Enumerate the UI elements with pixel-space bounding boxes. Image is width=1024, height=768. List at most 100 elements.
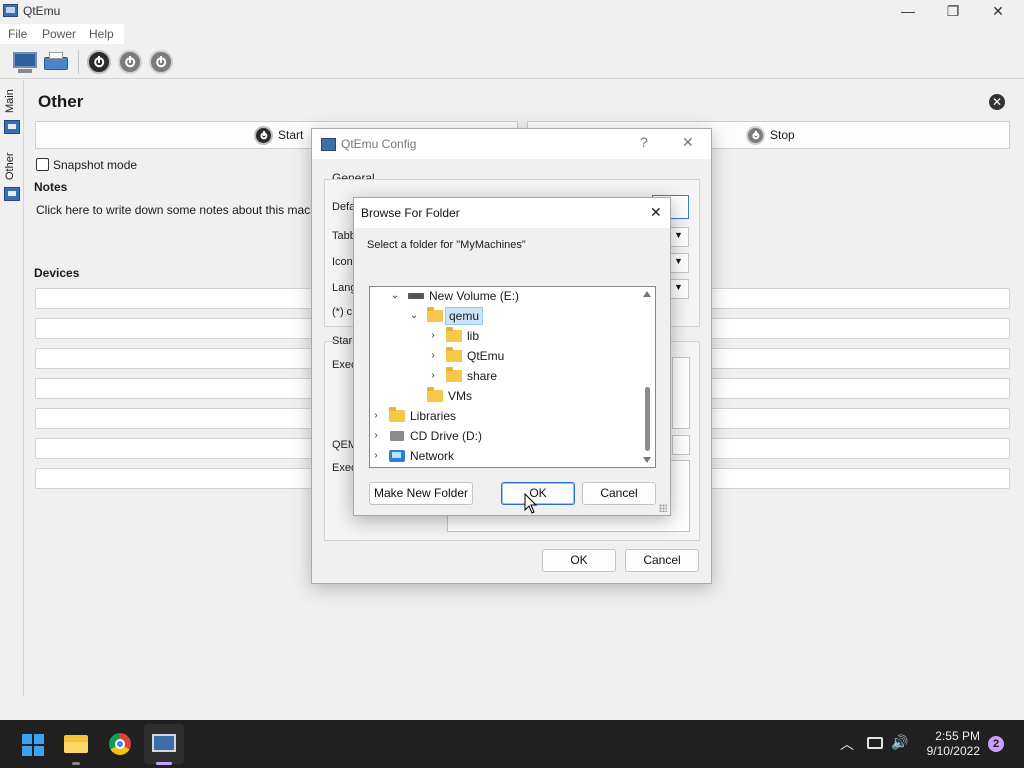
reset-power-button[interactable] bbox=[148, 49, 174, 75]
tree-item-label: lib bbox=[467, 329, 480, 343]
start-menu-button[interactable] bbox=[12, 728, 52, 760]
minimize-button[interactable]: — bbox=[885, 0, 931, 24]
make-new-folder-button[interactable]: Make New Folder bbox=[369, 482, 473, 505]
running-indicator bbox=[72, 762, 80, 765]
new-machine-button[interactable] bbox=[12, 49, 38, 75]
scroll-up-icon[interactable] bbox=[643, 291, 651, 297]
chevron-right-icon: › bbox=[431, 330, 435, 341]
tab-main[interactable]: Main bbox=[4, 87, 20, 115]
power-icon bbox=[254, 126, 273, 145]
toolbar-separator bbox=[78, 50, 79, 74]
qtemu-app-icon bbox=[321, 138, 336, 151]
power-icon bbox=[87, 50, 111, 74]
power-off-icon bbox=[118, 50, 142, 74]
exec-textarea[interactable] bbox=[672, 357, 690, 429]
folder-tree[interactable]: ⌄ New Volume (E:) ⌄ qemu › lib › QtEmu ›… bbox=[369, 286, 656, 468]
resize-grip-icon[interactable] bbox=[659, 504, 667, 512]
tree-item-label: CD Drive (D:) bbox=[410, 429, 482, 443]
taskbar-qtemu[interactable] bbox=[144, 728, 184, 765]
tree-item-label: New Volume (E:) bbox=[429, 289, 520, 303]
machine-icon bbox=[4, 120, 20, 134]
tree-item[interactable]: › share bbox=[370, 367, 640, 385]
tree-item[interactable]: › QtEmu bbox=[370, 347, 640, 365]
drive-icon bbox=[408, 293, 424, 299]
browse-title: Browse For Folder bbox=[361, 206, 460, 220]
chevron-right-icon: › bbox=[374, 450, 378, 461]
tree-item-label: QtEmu bbox=[467, 349, 505, 363]
clock-time: 2:55 PM bbox=[935, 729, 980, 743]
mouse-cursor-icon bbox=[524, 493, 538, 514]
taskbar-file-explorer[interactable] bbox=[56, 728, 96, 765]
chevron-down-icon: ▼ bbox=[674, 282, 683, 292]
window-title: QtEmu bbox=[23, 4, 61, 18]
chevron-down-icon: ⌄ bbox=[390, 290, 400, 301]
browse-close-button[interactable]: ✕ bbox=[650, 204, 662, 221]
qtemu-app-icon bbox=[3, 4, 18, 17]
start-label: Start bbox=[278, 128, 304, 142]
network-icon[interactable] bbox=[867, 737, 883, 749]
file-explorer-icon bbox=[64, 735, 88, 753]
tree-scrollbar[interactable] bbox=[640, 287, 655, 467]
notes-area[interactable]: Click here to write down some notes abou… bbox=[36, 203, 336, 217]
browse-cancel-button[interactable]: Cancel bbox=[582, 482, 656, 505]
scrollbar-thumb[interactable] bbox=[645, 387, 650, 451]
tree-item-label: share bbox=[467, 369, 498, 383]
print-machine-button[interactable] bbox=[43, 49, 69, 75]
windows-logo-icon bbox=[22, 734, 44, 756]
config-close-button[interactable]: ✕ bbox=[682, 134, 694, 151]
tree-item-label: VMs bbox=[448, 389, 472, 403]
chevron-right-icon: › bbox=[431, 370, 435, 381]
folder-icon bbox=[389, 407, 405, 422]
monitor-stand-icon bbox=[18, 69, 32, 73]
devices-heading: Devices bbox=[34, 266, 80, 280]
menu-file[interactable]: File bbox=[8, 27, 27, 41]
tab-other[interactable]: Other bbox=[4, 150, 20, 182]
printer-paper-icon bbox=[49, 52, 63, 59]
tree-item-label: qemu bbox=[445, 307, 484, 325]
tree-item-label: Libraries bbox=[410, 409, 457, 423]
chrome-icon bbox=[109, 733, 131, 755]
stop-power-button[interactable] bbox=[117, 49, 143, 75]
chevron-up-icon[interactable]: ︿ bbox=[840, 734, 854, 754]
snapshot-label: Snapshot mode bbox=[53, 158, 138, 172]
start-power-button[interactable] bbox=[86, 49, 112, 75]
taskbar-chrome[interactable] bbox=[100, 728, 140, 760]
tree-item[interactable]: › Libraries bbox=[370, 407, 640, 425]
config-ok-button[interactable]: OK bbox=[542, 549, 616, 572]
tree-item[interactable]: ⌄ qemu bbox=[370, 307, 640, 325]
menu-power[interactable]: Power bbox=[42, 27, 76, 41]
clock-date: 9/10/2022 bbox=[926, 744, 980, 758]
side-tab-bar: Main Other bbox=[0, 80, 24, 696]
tree-item[interactable]: VMs bbox=[370, 387, 640, 405]
chevron-right-icon: › bbox=[374, 430, 378, 441]
close-button[interactable]: ✕ bbox=[975, 0, 1021, 24]
help-button[interactable]: ? bbox=[640, 134, 648, 150]
menu-help[interactable]: Help bbox=[89, 27, 114, 41]
folder-icon bbox=[446, 367, 462, 382]
notification-badge[interactable]: 2 bbox=[988, 736, 1004, 752]
tree-item[interactable]: ⌄ New Volume (E:) bbox=[370, 287, 640, 305]
tree-item-label: Network bbox=[410, 449, 455, 463]
clock[interactable]: 2:55 PM 9/10/2022 bbox=[912, 729, 980, 759]
close-panel-icon[interactable]: ✕ bbox=[989, 94, 1005, 110]
scroll-down-icon[interactable] bbox=[643, 457, 651, 463]
taskbar: ︿ 🔊 2:55 PM 9/10/2022 bbox=[0, 720, 1024, 768]
tree-item[interactable]: › CD Drive (D:) bbox=[370, 427, 640, 445]
window-titlebar: QtEmu — ❐ ✕ bbox=[0, 0, 1024, 24]
tree-item[interactable]: › Network bbox=[370, 447, 640, 465]
restore-button[interactable]: ❐ bbox=[930, 0, 976, 24]
active-indicator bbox=[156, 762, 172, 765]
config-cancel-button[interactable]: Cancel bbox=[625, 549, 699, 572]
qemu-path-input[interactable] bbox=[672, 435, 690, 455]
volume-icon[interactable]: 🔊 bbox=[891, 734, 908, 751]
browse-titlebar: Browse For Folder ✕ bbox=[354, 198, 670, 228]
chevron-down-icon: ▼ bbox=[674, 230, 683, 240]
monitor-icon bbox=[13, 52, 37, 68]
browse-ok-button[interactable]: OK bbox=[501, 482, 575, 505]
config-title: QtEmu Config bbox=[341, 137, 417, 151]
snapshot-checkbox[interactable] bbox=[36, 158, 49, 171]
network-icon bbox=[389, 450, 405, 462]
stop-label: Stop bbox=[770, 128, 795, 142]
chevron-down-icon: ⌄ bbox=[409, 310, 419, 321]
tree-item[interactable]: › lib bbox=[370, 327, 640, 345]
